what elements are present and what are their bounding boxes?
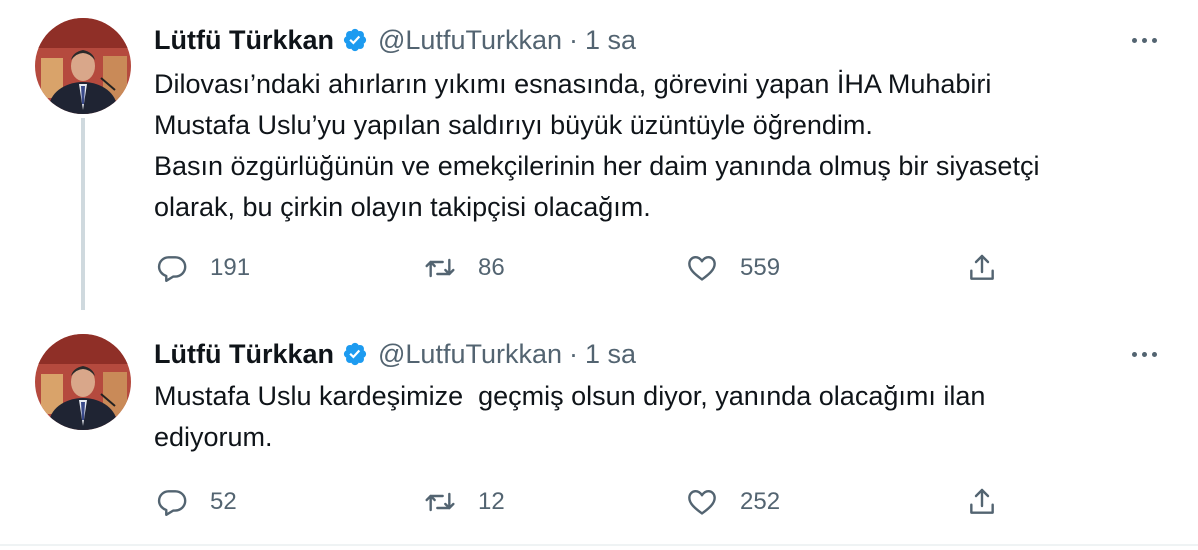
- tweet-text: Dilovası’ndaki ahırların yıkımı esnasınd…: [154, 64, 1164, 228]
- tweet-text-line: ediyorum.: [154, 422, 273, 452]
- like-icon: [688, 490, 716, 515]
- header-separator: ·: [569, 338, 578, 369]
- tweet-text-line: Basın özgürlüğünün ve emekçilerinin her …: [154, 151, 1040, 181]
- thread-connector-line: [81, 118, 85, 310]
- avatar[interactable]: [35, 18, 131, 114]
- tweet-actions: 52 12 252: [154, 482, 1034, 522]
- retweet-icon: [425, 492, 455, 512]
- share-icon: [970, 254, 994, 280]
- author-name[interactable]: Lütfü Türkkan: [154, 339, 334, 370]
- header-separator: ·: [569, 24, 578, 55]
- like-count: 252: [740, 488, 781, 515]
- like-icon: [688, 256, 716, 281]
- tweet-actions: 191 86 559: [154, 248, 1034, 288]
- reply-button[interactable]: 52: [156, 482, 237, 522]
- tweet-text-line: olarak, bu çirkin olayın takipçisi olaca…: [154, 192, 651, 222]
- avatar-photo: [35, 334, 131, 430]
- like-count: 559: [740, 254, 781, 281]
- verified-badge-icon: [342, 341, 368, 367]
- reply-count: 52: [210, 488, 237, 515]
- retweet-count: 86: [478, 254, 505, 281]
- tweet[interactable]: Lütfü Türkkan @LutfuTurkkan · 1 sa Musta…: [0, 318, 1198, 546]
- tweet-text-line: Mustafa Uslu’yu yapılan saldırıyı büyük …: [154, 110, 873, 140]
- tweet[interactable]: Lütfü Türkkan @LutfuTurkkan · 1 sa Dilov…: [0, 0, 1198, 318]
- verified-badge-icon: [342, 27, 368, 53]
- avatar[interactable]: [35, 334, 131, 430]
- more-icon[interactable]: [1124, 344, 1164, 364]
- tweet-text-line: Mustafa Uslu kardeşimize geçmiş olsun di…: [154, 381, 986, 411]
- share-button[interactable]: [966, 248, 998, 288]
- author-handle[interactable]: @LutfuTurkkan: [378, 25, 562, 56]
- avatar-photo: [35, 18, 131, 114]
- like-button[interactable]: 559: [686, 248, 780, 288]
- more-icon[interactable]: [1124, 30, 1164, 50]
- share-icon: [970, 488, 994, 514]
- tweet-timestamp[interactable]: 1 sa: [585, 25, 636, 56]
- author-handle[interactable]: @LutfuTurkkan: [378, 339, 562, 370]
- tweet-header: Lütfü Türkkan @LutfuTurkkan · 1 sa: [154, 20, 636, 60]
- retweet-icon: [425, 258, 455, 278]
- reply-icon: [157, 256, 187, 282]
- tweet-text: Mustafa Uslu kardeşimize geçmiş olsun di…: [154, 376, 1164, 458]
- like-button[interactable]: 252: [686, 482, 780, 522]
- share-button[interactable]: [966, 482, 998, 522]
- tweet-divider: [0, 544, 1198, 546]
- tweet-thread: Lütfü Türkkan @LutfuTurkkan · 1 sa Dilov…: [0, 0, 1198, 550]
- tweet-header: Lütfü Türkkan @LutfuTurkkan · 1 sa: [154, 334, 636, 374]
- reply-count: 191: [210, 254, 251, 281]
- tweet-text-line: Dilovası’ndaki ahırların yıkımı esnasınd…: [154, 69, 992, 99]
- tweet-timestamp[interactable]: 1 sa: [585, 339, 636, 370]
- retweet-count: 12: [478, 488, 505, 515]
- reply-icon: [157, 490, 187, 516]
- retweet-button[interactable]: 86: [424, 248, 505, 288]
- reply-button[interactable]: 191: [156, 248, 250, 288]
- retweet-button[interactable]: 12: [424, 482, 505, 522]
- author-name[interactable]: Lütfü Türkkan: [154, 25, 334, 56]
